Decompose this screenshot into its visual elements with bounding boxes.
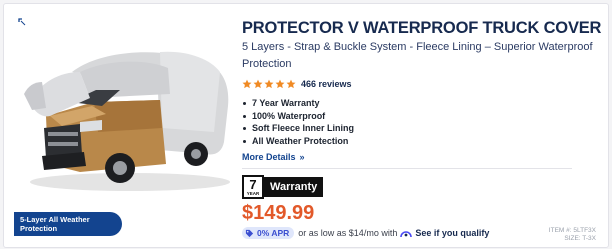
double-chevron-right-icon: » bbox=[299, 152, 305, 162]
product-subtitle: 5 Layers - Strap & Buckle System - Fleec… bbox=[242, 41, 593, 70]
price: $149.99 bbox=[242, 202, 315, 224]
image-badge: 5-Layer All Weather Protection bbox=[14, 212, 122, 236]
star-icon bbox=[286, 79, 296, 89]
warranty-badge: 7 YEAR Warranty bbox=[242, 175, 604, 199]
expand-icon[interactable] bbox=[18, 18, 28, 28]
warranty-years: 7 bbox=[249, 176, 257, 192]
feature-item: Soft Fleece Inner Lining bbox=[242, 122, 604, 135]
feature-list: 7 Year Warranty 100% Waterproof Soft Fle… bbox=[242, 97, 604, 147]
tag-icon bbox=[245, 229, 254, 237]
warranty-label: Warranty bbox=[264, 177, 324, 197]
product-image[interactable]: 5-Layer All Weather Protection bbox=[10, 10, 234, 240]
product-card: 5-Layer All Weather Protection PROTECTOR… bbox=[3, 3, 609, 248]
product-meta: ITEM #: 5LTF3X SIZE: T-3X bbox=[549, 227, 596, 242]
see-if-you-qualify-link[interactable]: See if you qualify bbox=[415, 228, 489, 238]
warranty-year-label: YEAR bbox=[246, 190, 260, 196]
star-icon bbox=[264, 79, 274, 89]
more-details-link[interactable]: More Details » bbox=[242, 152, 604, 162]
size-label: SIZE: T-3X bbox=[564, 234, 596, 242]
apr-badge: 0% APR bbox=[242, 227, 295, 239]
divider bbox=[242, 168, 572, 169]
item-number: ITEM #: 5LTF3X bbox=[548, 227, 596, 234]
apr-label: 0% APR bbox=[257, 228, 290, 238]
feature-item: 100% Waterproof bbox=[242, 110, 604, 123]
star-icon bbox=[275, 79, 285, 89]
star-icon bbox=[242, 79, 252, 89]
product-info: PROTECTOR V WATERPROOF TRUCK COVER 5 Lay… bbox=[242, 18, 604, 239]
star-icon bbox=[253, 79, 263, 89]
product-title: PROTECTOR V WATERPROOF TRUCK COVER bbox=[242, 19, 602, 37]
reviews-link[interactable]: 466 reviews bbox=[301, 79, 352, 89]
truck-cover-image bbox=[24, 51, 230, 191]
rating[interactable]: 466 reviews bbox=[242, 77, 604, 91]
feature-item: All Weather Protection bbox=[242, 135, 604, 148]
more-details-label: More Details bbox=[242, 152, 296, 162]
financing-text: or as low as $14/mo with bbox=[298, 228, 398, 238]
affirm-logo-icon bbox=[400, 231, 413, 238]
warranty-years-box: 7 YEAR bbox=[242, 175, 264, 199]
feature-item: 7 Year Warranty bbox=[242, 97, 604, 110]
